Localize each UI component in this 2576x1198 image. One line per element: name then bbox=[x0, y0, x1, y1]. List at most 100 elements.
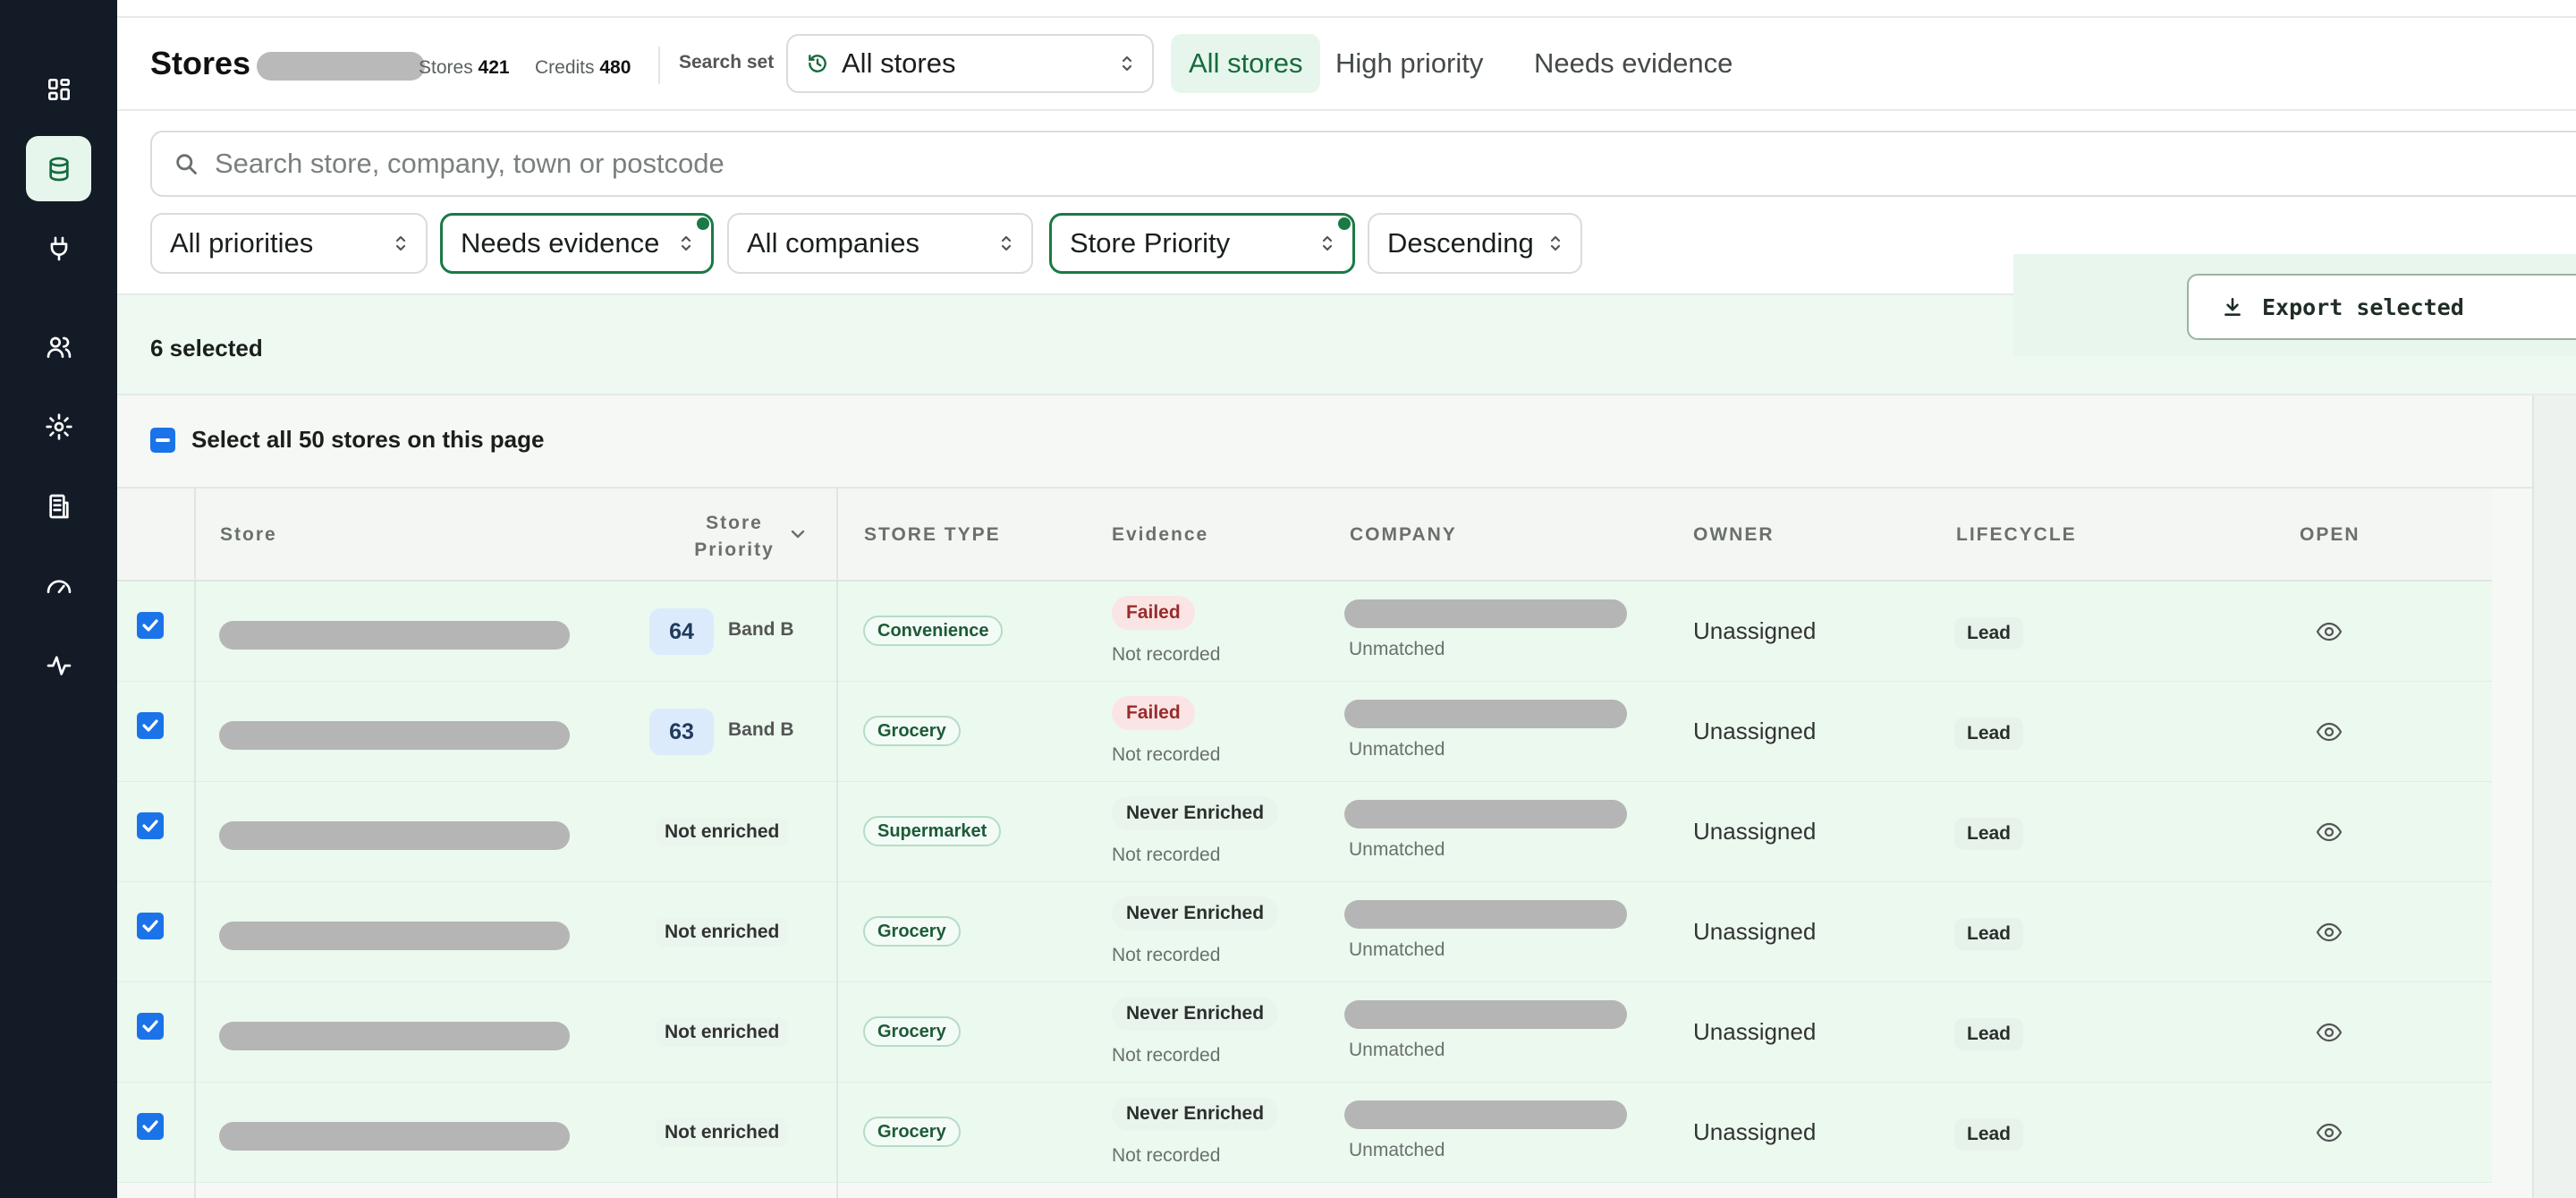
sort-field-select[interactable]: Store Priority bbox=[1049, 213, 1355, 274]
priority-not-enriched: Not enriched bbox=[656, 818, 789, 846]
check-icon bbox=[142, 820, 158, 832]
col-store-priority[interactable]: Store Priority bbox=[663, 510, 806, 564]
redacted-company-name bbox=[1344, 1100, 1627, 1129]
page-title: Stores bbox=[150, 45, 251, 81]
gear-icon bbox=[45, 412, 72, 440]
users-icon bbox=[47, 336, 71, 358]
owner-value: Unassigned bbox=[1693, 818, 1817, 845]
export-selected-button[interactable]: Export selected bbox=[2187, 274, 2576, 340]
col-evidence[interactable]: Evidence bbox=[1112, 524, 1208, 546]
redacted-company-name bbox=[1344, 1000, 1627, 1029]
sidebar bbox=[0, 0, 117, 1198]
table-row[interactable]: 64 Band B Convenience Failed Not recorde… bbox=[117, 582, 2492, 682]
gauge-icon bbox=[47, 579, 71, 593]
company-filter-select[interactable]: All companies bbox=[727, 213, 1033, 274]
table-row[interactable]: Not enriched Grocery Never Enriched Not … bbox=[117, 1083, 2492, 1183]
redacted-store-name bbox=[219, 821, 570, 850]
history-icon bbox=[809, 55, 826, 72]
row-checkbox[interactable] bbox=[137, 812, 164, 839]
chevron-updown-icon bbox=[1322, 235, 1333, 251]
priority-score: 64 bbox=[649, 608, 714, 655]
eye-icon[interactable] bbox=[2316, 1122, 2343, 1143]
nav-users[interactable] bbox=[26, 314, 91, 379]
export-selected-label: Export selected bbox=[2262, 293, 2464, 320]
download-icon bbox=[2224, 298, 2241, 316]
col-store[interactable]: Store bbox=[220, 524, 277, 546]
store-type-badge: Grocery bbox=[863, 716, 961, 746]
store-type-badge: Convenience bbox=[863, 616, 1004, 646]
row-checkbox[interactable] bbox=[137, 712, 164, 739]
col-open[interactable]: OPEN bbox=[2300, 524, 2360, 546]
table-row[interactable]: Not enriched Grocery Never Enriched Not … bbox=[117, 982, 2492, 1083]
owner-value: Unassigned bbox=[1693, 918, 1817, 945]
search-input[interactable] bbox=[215, 148, 2361, 180]
header-divider bbox=[658, 47, 660, 84]
col-divider bbox=[194, 582, 196, 1198]
redacted-company-name bbox=[1344, 700, 1627, 728]
tab-all-stores[interactable]: All stores bbox=[1171, 34, 1321, 93]
eye-icon[interactable] bbox=[2316, 821, 2343, 843]
row-checkbox[interactable] bbox=[137, 1013, 164, 1040]
redacted-company-name bbox=[1344, 900, 1627, 929]
priority-score: 63 bbox=[649, 709, 714, 755]
col-store-priority-line2: Priority bbox=[694, 540, 775, 560]
col-company[interactable]: COMPANY bbox=[1350, 524, 1457, 546]
row-checkbox[interactable] bbox=[137, 612, 164, 639]
company-match-status: Unmatched bbox=[1349, 839, 1445, 860]
evidence-filter-select[interactable]: Needs evidence bbox=[440, 213, 714, 274]
table-row[interactable]: Not enriched Supermarket Never Enriched … bbox=[117, 782, 2492, 882]
priority-not-enriched: Not enriched bbox=[656, 918, 789, 947]
redacted-store-name bbox=[219, 922, 570, 950]
check-icon bbox=[142, 1020, 158, 1032]
owner-value: Unassigned bbox=[1693, 1118, 1817, 1145]
col-owner[interactable]: OWNER bbox=[1693, 524, 1775, 546]
table-header: Store Store Priority STORE TYPE Evidence… bbox=[117, 489, 2492, 582]
nav-integrations[interactable] bbox=[26, 216, 91, 281]
row-checkbox[interactable] bbox=[137, 913, 164, 939]
search-icon bbox=[176, 154, 197, 174]
nav-settings[interactable] bbox=[26, 394, 91, 459]
evidence-note: Not recorded bbox=[1112, 1145, 1221, 1166]
search-set-select[interactable]: All stores bbox=[786, 34, 1154, 93]
redacted-company-name bbox=[1344, 599, 1627, 628]
store-type-badge: Grocery bbox=[863, 916, 961, 947]
eye-icon[interactable] bbox=[2316, 922, 2343, 943]
select-all-toggle[interactable]: Select all 50 stores on this page bbox=[150, 426, 544, 454]
nav-stores[interactable] bbox=[26, 136, 91, 201]
credits-stat: Credits 480 bbox=[535, 57, 631, 79]
chevron-updown-icon bbox=[1122, 55, 1132, 72]
nav-performance[interactable] bbox=[26, 553, 91, 618]
nav-companies[interactable] bbox=[26, 473, 91, 539]
sort-order-select[interactable]: Descending bbox=[1368, 213, 1582, 274]
col-store-type[interactable]: STORE TYPE bbox=[864, 524, 1001, 546]
eye-icon[interactable] bbox=[2316, 1022, 2343, 1043]
table-row[interactable]: Not enriched Grocery Never Enriched Not … bbox=[117, 882, 2492, 982]
priority-not-enriched: Not enriched bbox=[656, 1118, 789, 1147]
main-content: Stores Stores 421 Credits 480 Search set… bbox=[117, 0, 2576, 1198]
priority-band: Band B bbox=[728, 619, 794, 640]
redacted-company-name bbox=[1344, 800, 1627, 828]
evidence-note: Not recorded bbox=[1112, 1045, 1221, 1066]
tab-needs-evidence[interactable]: Needs evidence bbox=[1516, 34, 1750, 93]
company-match-status: Unmatched bbox=[1349, 939, 1445, 960]
evidence-filter-value: Needs evidence bbox=[461, 227, 660, 259]
stores-stat: Stores 421 bbox=[419, 57, 510, 79]
chevron-down-icon[interactable] bbox=[790, 528, 806, 540]
row-checkbox[interactable] bbox=[137, 1113, 164, 1140]
nav-activity[interactable] bbox=[26, 633, 91, 698]
tab-high-priority[interactable]: High priority bbox=[1318, 34, 1501, 93]
sort-order-value: Descending bbox=[1387, 227, 1534, 259]
priority-filter-select[interactable]: All priorities bbox=[150, 213, 428, 274]
nav-dashboard[interactable] bbox=[26, 56, 91, 122]
col-lifecycle[interactable]: LIFECYCLE bbox=[1956, 524, 2077, 546]
owner-value: Unassigned bbox=[1693, 718, 1817, 744]
owner-value: Unassigned bbox=[1693, 617, 1817, 644]
store-type-badge: Supermarket bbox=[863, 816, 1002, 846]
eye-icon[interactable] bbox=[2316, 721, 2343, 743]
page-header: Stores Stores 421 Credits 480 Search set… bbox=[117, 18, 2576, 111]
table-row[interactable]: 63 Band B Grocery Failed Not recorded Un… bbox=[117, 682, 2492, 782]
priority-filter-value: All priorities bbox=[170, 227, 314, 259]
select-all-checkbox[interactable] bbox=[150, 427, 175, 453]
eye-icon[interactable] bbox=[2316, 621, 2343, 642]
check-icon bbox=[142, 920, 158, 932]
